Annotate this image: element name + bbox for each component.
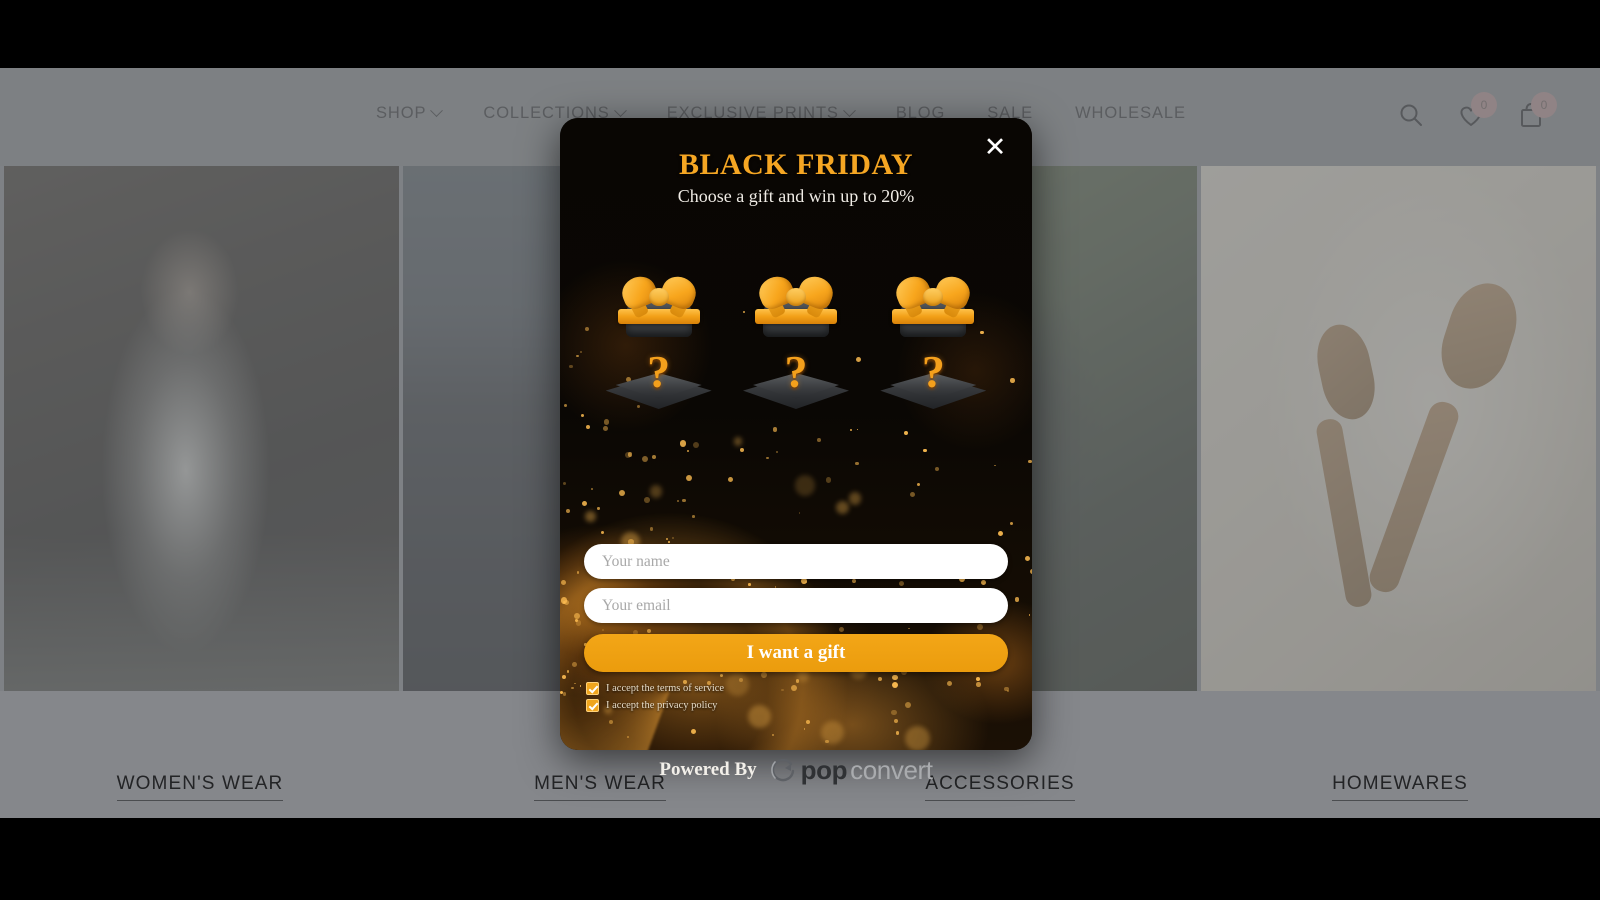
privacy-label: I accept the privacy policy bbox=[606, 700, 717, 711]
letterbox-bottom bbox=[0, 818, 1600, 900]
gift-ribbon bbox=[618, 309, 700, 324]
search-icon[interactable] bbox=[1396, 100, 1426, 130]
modal-subtitle: Choose a gift and win up to 20% bbox=[560, 186, 1032, 207]
privacy-checkbox[interactable] bbox=[586, 699, 599, 712]
gift-ribbon bbox=[892, 309, 974, 324]
popconvert-word-pop: pop bbox=[801, 755, 847, 786]
gift-option-2[interactable]: ? bbox=[737, 263, 855, 413]
powered-by-label: Powered By bbox=[659, 759, 756, 781]
email-input[interactable] bbox=[584, 588, 1008, 623]
cart-count-badge: 0 bbox=[1531, 92, 1557, 118]
name-input[interactable] bbox=[584, 544, 1008, 579]
caption-cell: WOMEN'S WEAR bbox=[0, 691, 400, 818]
chevron-down-icon bbox=[431, 104, 444, 117]
caption-cell: HOMEWARES bbox=[1200, 691, 1600, 818]
consent-row-privacy[interactable]: I accept the privacy policy bbox=[586, 699, 1008, 712]
category-link-womens-wear[interactable]: WOMEN'S WEAR bbox=[117, 773, 284, 801]
wishlist-heart-icon[interactable]: 0 bbox=[1456, 100, 1486, 130]
hero-tile-homewares[interactable] bbox=[1201, 166, 1596, 691]
hero-tile-womens-wear[interactable] bbox=[4, 166, 399, 691]
wishlist-count-badge: 0 bbox=[1471, 92, 1497, 118]
gift-option-1[interactable]: ? bbox=[600, 263, 718, 413]
i-want-a-gift-button[interactable]: I want a gift bbox=[584, 634, 1008, 672]
black-friday-popup-modal: ✕ BLACK FRIDAY Choose a gift and win up … bbox=[560, 118, 1032, 750]
modal-content: ✕ BLACK FRIDAY Choose a gift and win up … bbox=[560, 118, 1032, 750]
consent-row-terms[interactable]: I accept the terms of service bbox=[586, 682, 1008, 695]
nav-item-shop[interactable]: SHOP bbox=[376, 104, 441, 123]
shopping-bag-icon[interactable]: 0 bbox=[1516, 100, 1546, 130]
gift-bow-icon bbox=[622, 273, 696, 311]
terms-label: I accept the terms of service bbox=[606, 683, 724, 694]
powered-by-footer: Powered By pop convert bbox=[560, 750, 1032, 790]
close-icon[interactable]: ✕ bbox=[978, 130, 1012, 164]
gift-question-mark: ? bbox=[737, 349, 855, 395]
signup-form: I want a gift I accept the terms of serv… bbox=[560, 544, 1032, 716]
letterbox-top bbox=[0, 0, 1600, 68]
nav-item-wholesale[interactable]: WHOLESALE bbox=[1075, 104, 1186, 123]
chevron-down-icon bbox=[843, 104, 856, 117]
gift-choices: ? ? ? bbox=[590, 263, 1002, 413]
terms-checkbox[interactable] bbox=[586, 682, 599, 695]
gift-question-mark: ? bbox=[600, 349, 718, 395]
popconvert-word-convert: convert bbox=[850, 755, 932, 786]
gift-option-3[interactable]: ? bbox=[874, 263, 992, 413]
screenshot-root: SHOP COLLECTIONS EXCLUSIVE PRINTS BLOG S… bbox=[0, 0, 1600, 900]
gift-ribbon bbox=[755, 309, 837, 324]
gift-bow-icon bbox=[896, 273, 970, 311]
category-link-homewares[interactable]: HOMEWARES bbox=[1332, 773, 1468, 801]
popconvert-arc-icon bbox=[768, 755, 798, 785]
nav-label: SHOP bbox=[376, 104, 426, 123]
header-icon-group: 0 0 bbox=[1396, 100, 1546, 130]
nav-label: WHOLESALE bbox=[1075, 104, 1186, 123]
consent-checkbox-group: I accept the terms of service I accept t… bbox=[584, 682, 1008, 712]
chevron-down-icon bbox=[614, 104, 627, 117]
gift-bow-icon bbox=[759, 273, 833, 311]
popconvert-logo[interactable]: pop convert bbox=[768, 755, 933, 786]
gift-question-mark: ? bbox=[874, 349, 992, 395]
modal-title: BLACK FRIDAY bbox=[560, 148, 1032, 182]
